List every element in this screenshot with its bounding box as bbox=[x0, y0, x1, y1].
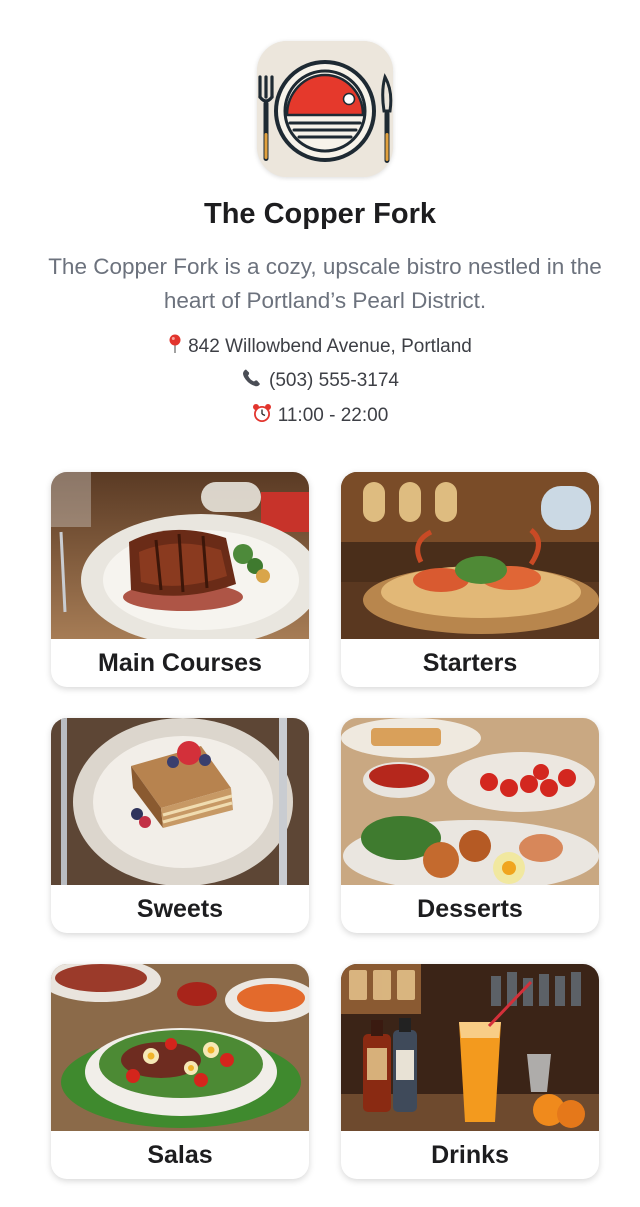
category-label: Drinks bbox=[431, 1141, 509, 1169]
category-card-starters[interactable]: Starters bbox=[341, 472, 599, 687]
category-card-drinks[interactable]: Drinks bbox=[341, 964, 599, 1179]
category-label: Desserts bbox=[417, 895, 523, 923]
phone-text: (503) 555-3174 bbox=[269, 370, 399, 391]
category-card-main-courses[interactable]: Main Courses bbox=[51, 472, 309, 687]
sweets-image bbox=[51, 718, 309, 885]
restaurant-menu-page: The Copper Fork The Copper Fork is a coz… bbox=[0, 0, 640, 1207]
category-label: Starters bbox=[422, 649, 518, 677]
map-pin-icon bbox=[168, 334, 182, 360]
starters-image bbox=[341, 472, 599, 639]
category-card-sweets[interactable]: Sweets bbox=[51, 718, 309, 933]
address-row[interactable]: 842 Willowbend Avenue, Portland bbox=[0, 334, 640, 360]
restaurant-description: The Copper Fork is a cozy, upscale bistr… bbox=[48, 254, 602, 313]
category-card-salas[interactable]: Salas bbox=[51, 964, 309, 1179]
hours-text: 11:00 - 22:00 bbox=[277, 405, 389, 426]
desserts-image bbox=[341, 718, 599, 885]
category-label: Sweets bbox=[136, 895, 224, 923]
main-courses-image bbox=[51, 472, 309, 639]
phone-icon bbox=[241, 368, 263, 394]
address-text: 842 Willowbend Avenue, Portland bbox=[188, 336, 472, 357]
drinks-image bbox=[341, 964, 599, 1131]
restaurant-logo bbox=[257, 41, 393, 177]
hours-row: 11:00 - 22:00 bbox=[0, 403, 640, 429]
salas-image bbox=[51, 964, 309, 1131]
category-card-desserts[interactable]: Desserts bbox=[341, 718, 599, 933]
alarm-clock-icon bbox=[252, 403, 272, 429]
category-label: Main Courses bbox=[98, 649, 262, 677]
phone-row[interactable]: (503) 555-3174 bbox=[0, 368, 640, 394]
plate-fork-knife-icon bbox=[257, 41, 393, 177]
restaurant-name: The Copper Fork bbox=[203, 198, 436, 230]
category-label: Salas bbox=[147, 1141, 213, 1169]
